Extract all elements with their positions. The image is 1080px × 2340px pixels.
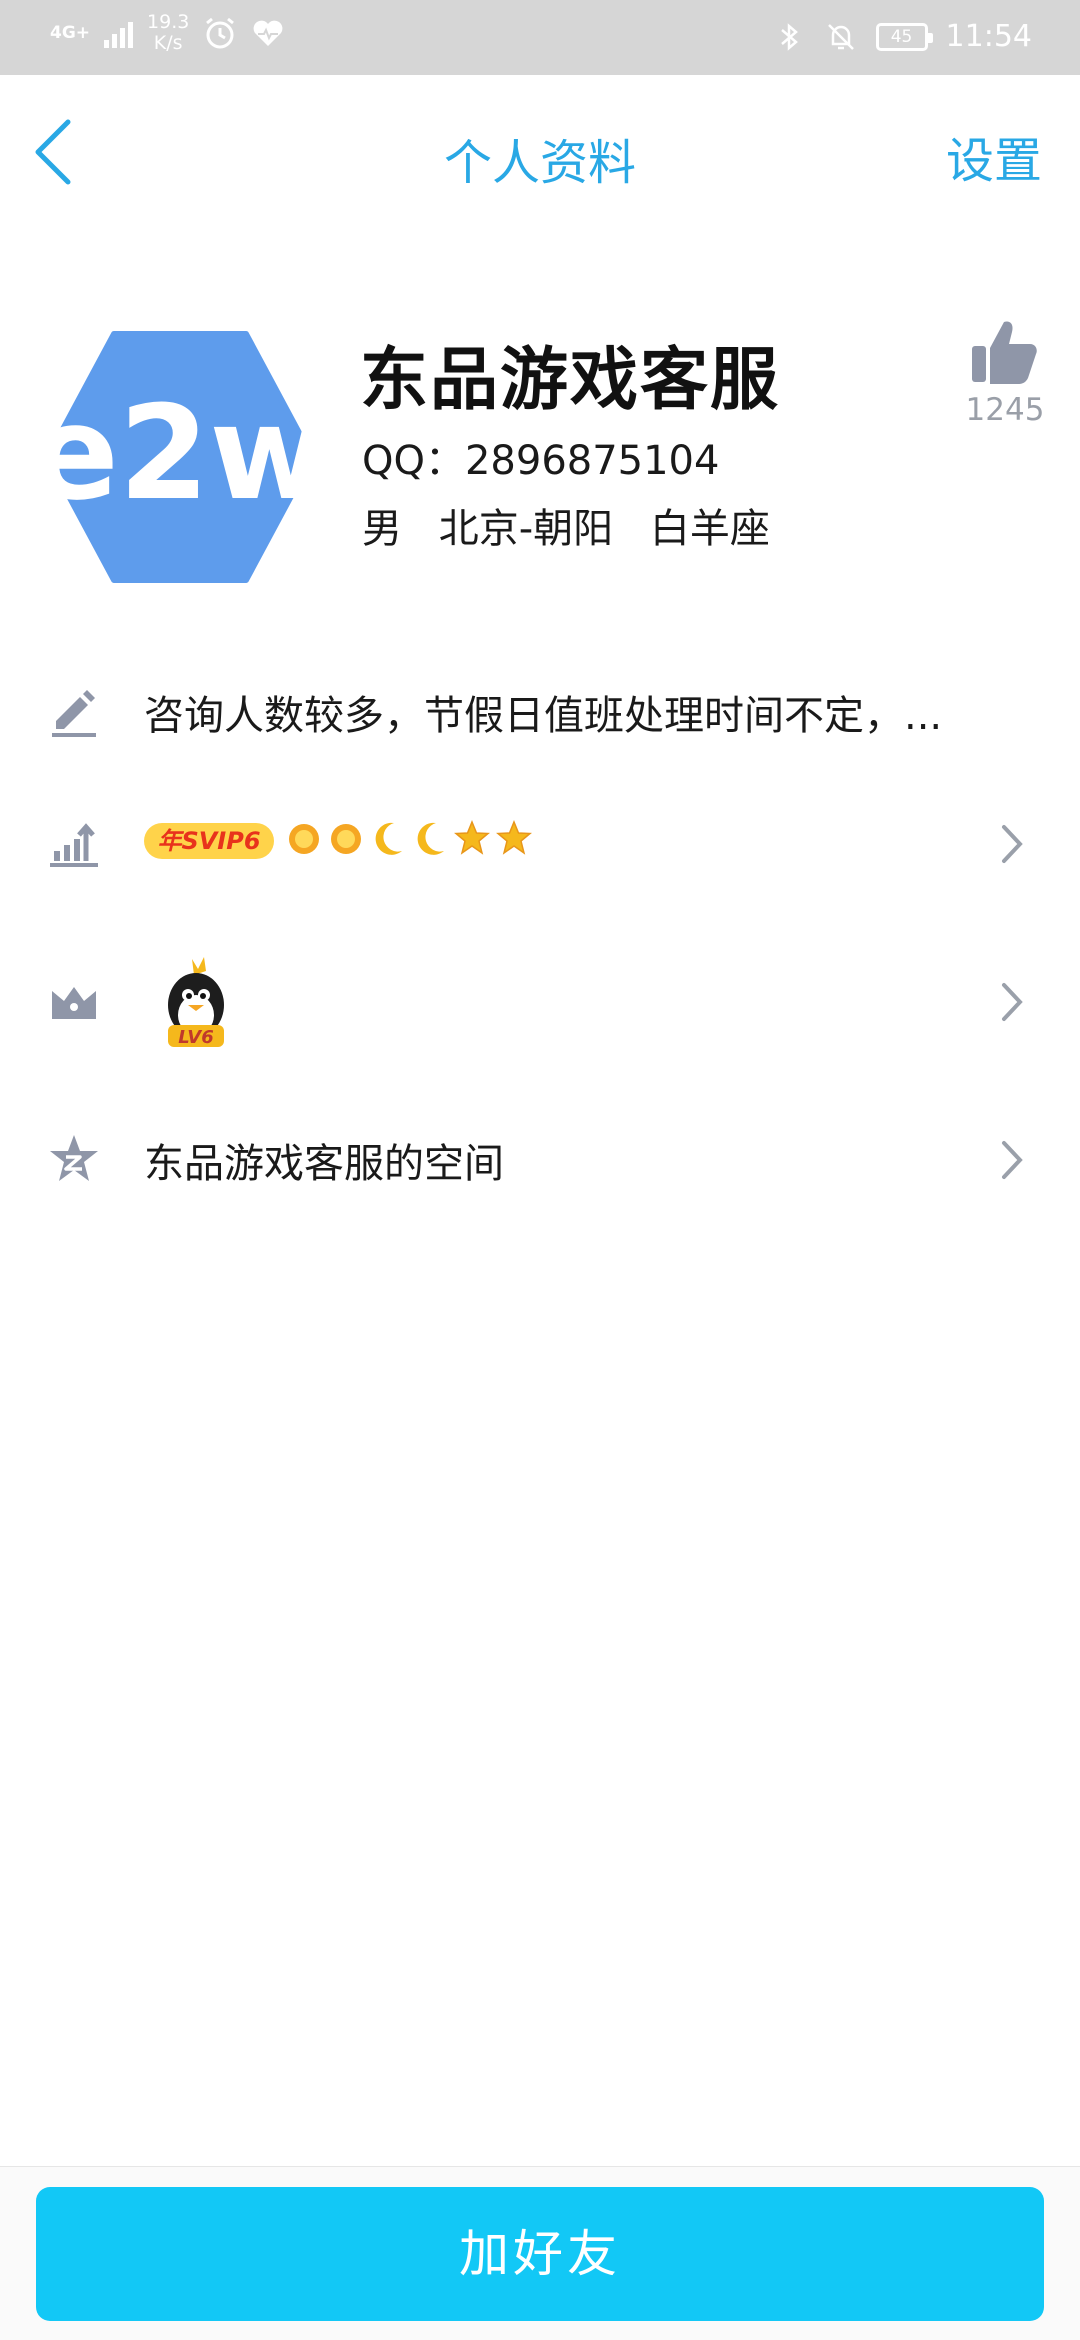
alarm-icon bbox=[206, 17, 235, 49]
profile-page: 4G+ 19.3 K/s 45 11:54 个人资料 设置 e2w 东品游戏客服… bbox=[0, 0, 1080, 2340]
health-heart-icon bbox=[253, 20, 283, 46]
chevron-right-icon bbox=[1002, 1141, 1023, 1179]
battery-indicator: 45 bbox=[875, 23, 933, 51]
level-icons bbox=[286, 817, 532, 859]
mute-bell-icon bbox=[827, 24, 854, 50]
profile-meta: 男 北京-朝阳 白羊座 bbox=[362, 496, 794, 554]
level-up-icon bbox=[50, 823, 98, 867]
avatar-logo-text: e2w bbox=[44, 377, 316, 529]
bluetooth-icon bbox=[780, 23, 798, 51]
star-icon bbox=[496, 820, 532, 855]
add-friend-button[interactable]: 加好友 bbox=[36, 2187, 1044, 2321]
chevron-right-icon bbox=[1002, 983, 1023, 1021]
clock: 11:54 bbox=[945, 19, 1032, 54]
penguin-level-text: LV6 bbox=[178, 1027, 213, 1048]
zodiac: 白羊座 bbox=[649, 506, 770, 552]
qzone-text: 东品游戏客服的空间 bbox=[144, 1141, 504, 1187]
avatar[interactable]: e2w bbox=[44, 330, 316, 584]
qq-number: QQ：2896875104 bbox=[362, 438, 720, 484]
star-icon bbox=[454, 820, 490, 855]
sun-icon bbox=[289, 824, 319, 854]
bottom-bar: 加好友 bbox=[0, 2166, 1080, 2340]
thumbs-up-icon[interactable] bbox=[968, 316, 1040, 388]
profile-name: 东品游戏客服 bbox=[360, 341, 781, 420]
status-bar: 4G+ 19.3 K/s 45 11:54 bbox=[0, 0, 1080, 75]
sun-icon bbox=[331, 824, 361, 854]
status-left: 4G+ 19.3 K/s bbox=[50, 12, 285, 54]
moon-icon bbox=[417, 822, 444, 855]
gender: 男 bbox=[362, 506, 402, 552]
network-speed: 19.3 K/s bbox=[147, 12, 189, 54]
svip-badge: 年SVIP6 bbox=[144, 823, 274, 859]
edit-pencil-icon bbox=[52, 690, 96, 737]
penguin-level-icon: LV6 bbox=[168, 957, 224, 1048]
status-right: 45 11:54 bbox=[772, 18, 1032, 56]
vip-level-row[interactable]: 年SVIP6 bbox=[0, 787, 1080, 897]
signal-icon bbox=[104, 18, 134, 48]
network-indicator: 4G+ bbox=[50, 22, 91, 43]
speed-unit: K/s bbox=[153, 32, 183, 54]
like-count: 1245 bbox=[965, 392, 1045, 428]
qq-level-row[interactable]: LV6 bbox=[0, 945, 1080, 1055]
crown-icon bbox=[52, 987, 96, 1019]
settings-button[interactable]: 设置 bbox=[946, 121, 1042, 191]
speed-value: 19.3 bbox=[147, 11, 190, 33]
signature-row[interactable]: 咨询人数较多，节假日值班处理时间不定，... bbox=[0, 655, 1080, 765]
title-bar: 个人资料 设置 bbox=[0, 75, 1080, 225]
page-title: 个人资料 bbox=[443, 135, 636, 191]
chevron-right-icon bbox=[1002, 825, 1023, 863]
signature-text: 咨询人数较多，节假日值班处理时间不定，... bbox=[144, 693, 943, 739]
location: 北京-朝阳 bbox=[438, 506, 614, 552]
moon-icon bbox=[375, 822, 402, 855]
qzone-row[interactable]: 东品游戏客服的空间 bbox=[0, 1103, 1080, 1213]
qzone-star-icon bbox=[50, 1135, 98, 1181]
network-type: 4G+ bbox=[50, 22, 91, 43]
